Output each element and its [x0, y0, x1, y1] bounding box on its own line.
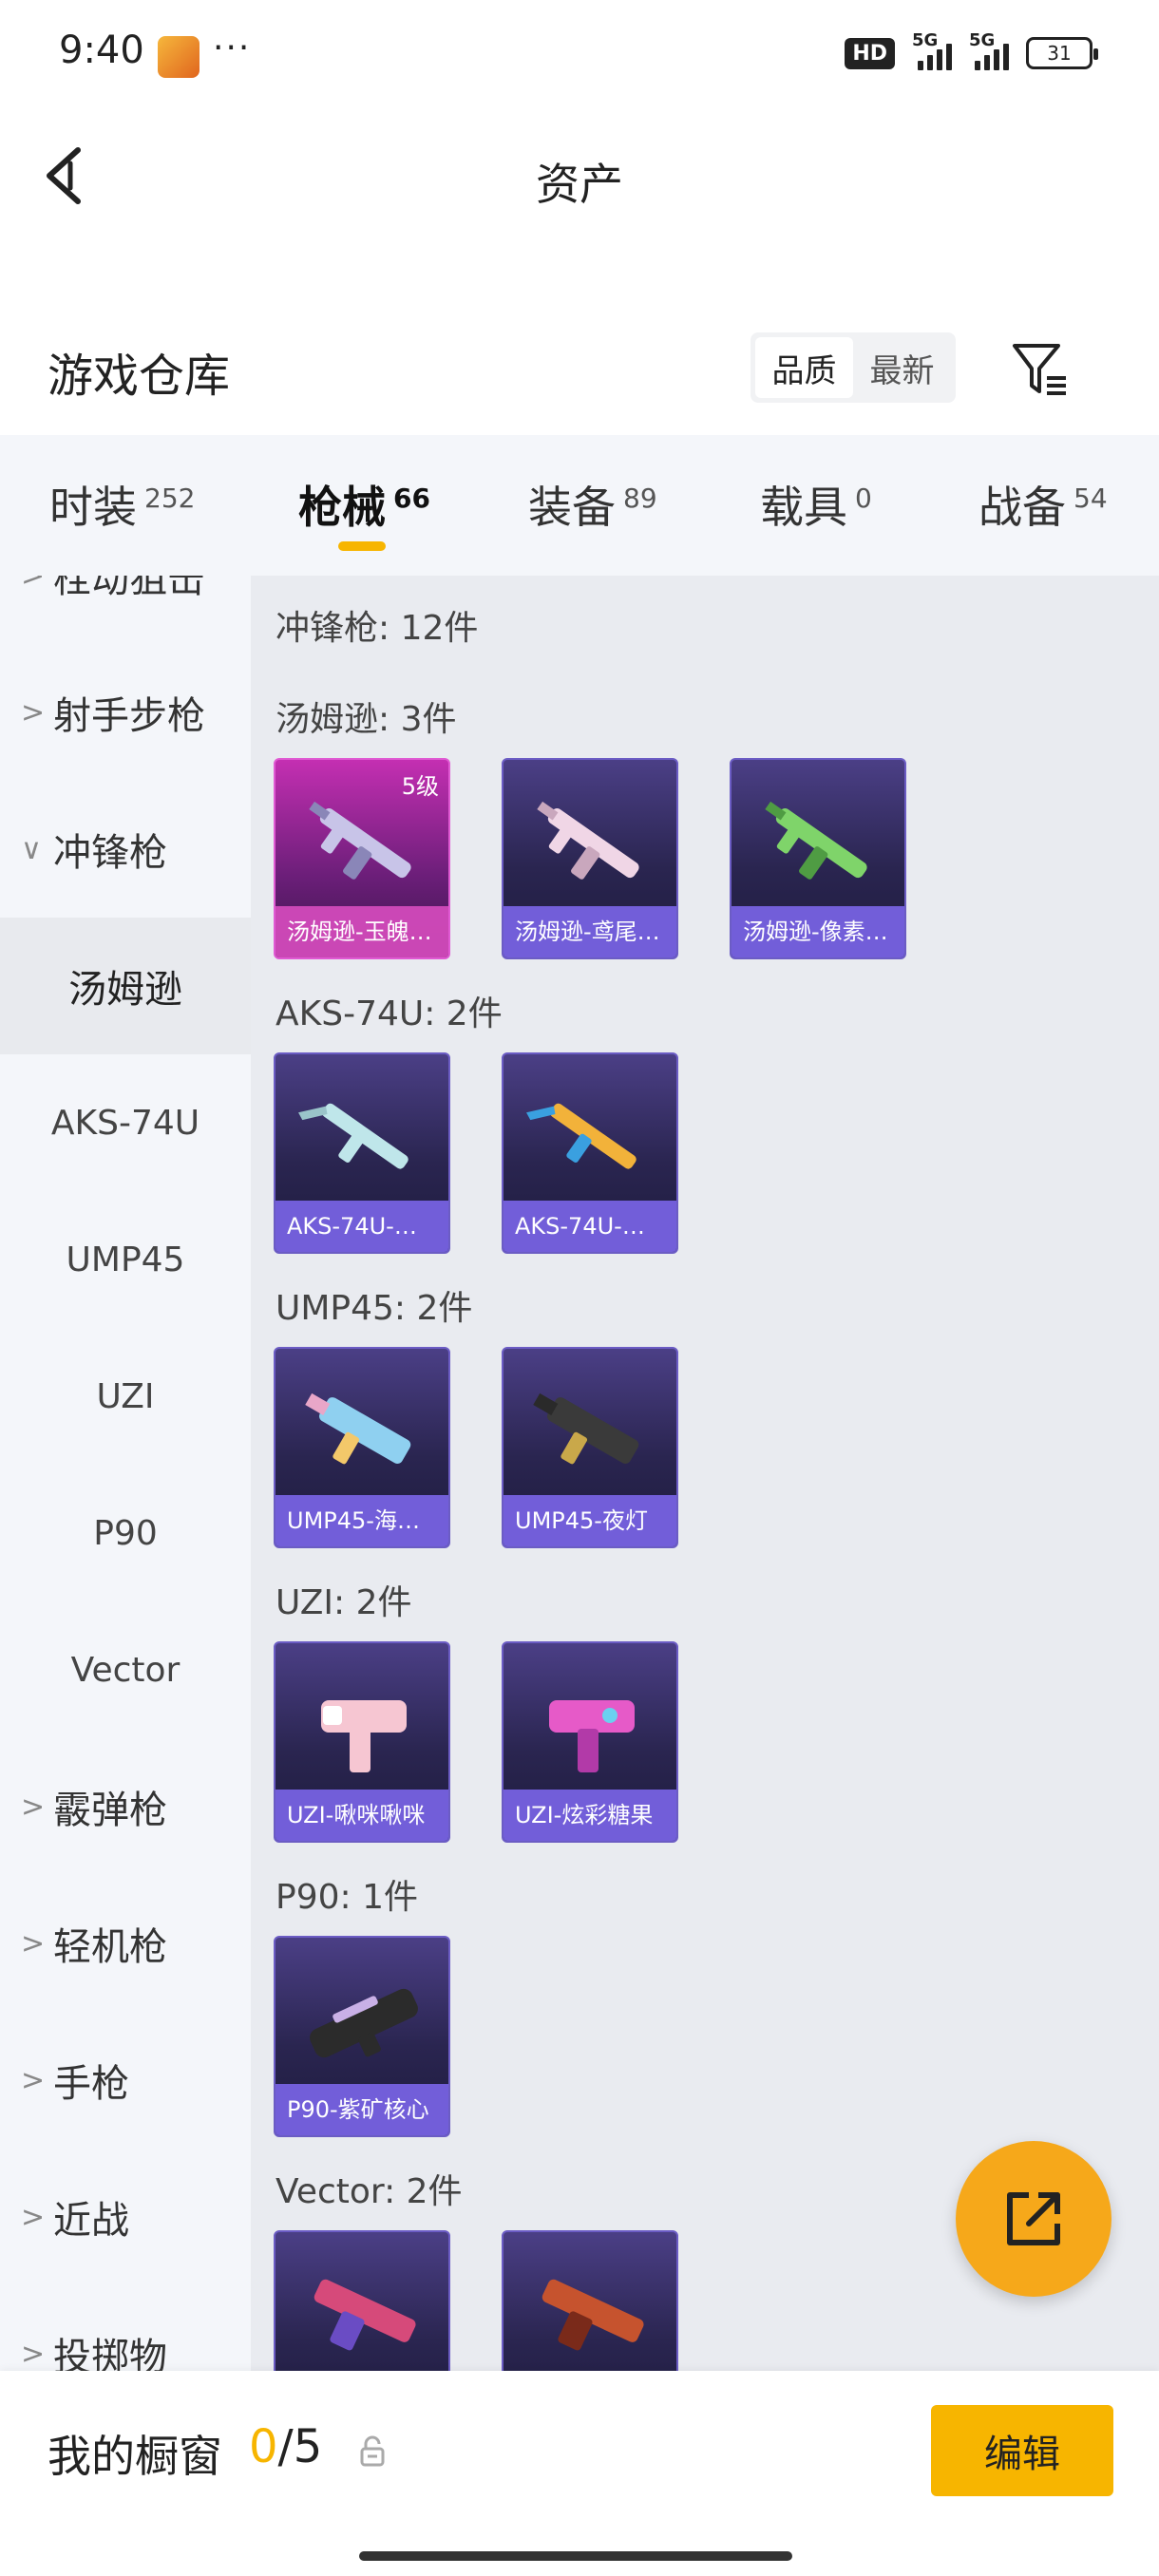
- warehouse-title: 游戏仓库: [48, 350, 231, 403]
- weapon-card[interactable]: UZI-炫彩糖果: [502, 1641, 678, 1843]
- weapon-card[interactable]: 5级 汤姆逊-玉魄…: [274, 758, 450, 959]
- signal-icon-2: 5G: [969, 30, 1009, 70]
- gun-image: [533, 1392, 639, 1465]
- status-indicators: HD 5G 5G 31: [845, 30, 1098, 70]
- share-external-icon: [1007, 2192, 1060, 2245]
- signal-icon: 5G: [912, 30, 952, 70]
- weapon-card[interactable]: AKS-74U-鸡…: [502, 1052, 678, 1254]
- gun-image: [321, 1700, 407, 1772]
- gun-image: [537, 801, 639, 880]
- showcase-label: 我的橱窗: [48, 2431, 222, 2482]
- showcase-bar: 我的橱窗 0/5 编辑: [0, 2371, 1159, 2576]
- weapon-name: UMP45-夜灯: [504, 1495, 676, 1546]
- more-notifications-icon: ···: [213, 28, 252, 67]
- weapon-card[interactable]: UMP45-海…: [274, 1347, 450, 1548]
- battery-icon: 31: [1026, 37, 1098, 69]
- category-tabs: 时装 252 枪械 66 装备 89 载具 0 战备 54: [0, 435, 1159, 576]
- sidebar-item-pistol[interactable]: > 手枪: [0, 2012, 251, 2149]
- group-title: AKS-74U: 2件: [276, 994, 503, 1033]
- chevron-down-icon: ∨: [21, 832, 42, 866]
- sort-toggle: 品质 最新: [750, 332, 956, 403]
- gun-image: [309, 801, 411, 880]
- lock-icon: [359, 2435, 386, 2468]
- weapon-card[interactable]: UZI-啾咪啾咪: [274, 1641, 450, 1843]
- weapon-card[interactable]: 汤姆逊-鸢尾…: [502, 758, 678, 959]
- gun-image: [310, 1988, 418, 2058]
- sidebar-item-ump45[interactable]: UMP45: [0, 1191, 251, 1328]
- edit-button[interactable]: 编辑: [931, 2405, 1113, 2496]
- group-title: Vector: 2件: [276, 2172, 463, 2211]
- sidebar-item-aks74u[interactable]: AKS-74U: [0, 1054, 251, 1191]
- status-time: 9:40: [59, 28, 144, 72]
- hd-voice-icon: HD: [845, 37, 895, 69]
- active-tab-indicator: [338, 541, 386, 551]
- sidebar-item-bolt-sniper[interactable]: > 栓动狙击: [0, 576, 251, 644]
- page-title: 资产: [536, 159, 623, 210]
- tab-vehicles[interactable]: 载具 0: [760, 473, 872, 536]
- tab-supplies[interactable]: 战备 54: [978, 473, 1108, 536]
- group-title: UMP45: 2件: [276, 1289, 473, 1328]
- gun-image: [542, 2279, 644, 2351]
- weapon-category-sidebar: > 栓动狙击 > 射手步枪 ∨ 冲锋枪 汤姆逊 AKS-74U UMP45 UZI P…: [0, 576, 251, 2371]
- chevron-right-icon: >: [21, 695, 46, 729]
- group-title: P90: 1件: [276, 1878, 418, 1917]
- weapon-grid: 冲锋枪: 12件 汤姆逊: 3件 5级 汤姆逊-玉魄… 汤姆逊-鸢尾… 汤姆逊-…: [251, 576, 1159, 2371]
- tab-fashion[interactable]: 时装 252: [49, 473, 195, 536]
- sidebar-item-smg[interactable]: ∨ 冲锋枪: [0, 781, 251, 918]
- filter-icon[interactable]: [1009, 338, 1070, 399]
- home-indicator[interactable]: [359, 2551, 792, 2561]
- chevron-right-icon: >: [21, 2063, 46, 2097]
- sidebar-item-uzi[interactable]: UZI: [0, 1328, 251, 1465]
- group-title: 汤姆逊: 3件: [276, 700, 457, 739]
- weapon-card[interactable]: [502, 2230, 678, 2371]
- weapon-name: UZI-啾咪啾咪: [276, 1790, 448, 1841]
- weapon-card[interactable]: [274, 2230, 450, 2371]
- sort-by-quality-button[interactable]: 品质: [755, 337, 853, 398]
- weapon-card[interactable]: AKS-74U-海…: [274, 1052, 450, 1254]
- chevron-right-icon: >: [21, 2337, 46, 2371]
- sidebar-item-melee[interactable]: > 近战: [0, 2149, 251, 2285]
- gun-image: [765, 801, 867, 880]
- weapon-card[interactable]: UMP45-夜灯: [502, 1347, 678, 1548]
- weapon-name: UMP45-海…: [276, 1495, 448, 1546]
- chevron-right-icon: >: [21, 1790, 46, 1824]
- weapon-name: P90-紫矿核心: [276, 2084, 448, 2135]
- weapon-card[interactable]: 汤姆逊-像素…: [730, 758, 906, 959]
- app-notification-icon: [158, 36, 200, 78]
- sidebar-item-shotgun[interactable]: > 霰弹枪: [0, 1738, 251, 1875]
- sidebar-item-p90[interactable]: P90: [0, 1465, 251, 1601]
- sort-by-newest-button[interactable]: 最新: [853, 337, 951, 398]
- sidebar-item-thompson[interactable]: 汤姆逊: [0, 918, 251, 1054]
- weapon-name: AKS-74U-鸡…: [504, 1201, 676, 1252]
- share-button[interactable]: [956, 2141, 1112, 2297]
- weapon-name: 汤姆逊-玉魄…: [276, 906, 448, 957]
- gun-image: [314, 2279, 416, 2351]
- group-title: UZI: 2件: [276, 1583, 412, 1622]
- weapon-name: 汤姆逊-像素…: [732, 906, 904, 957]
- tab-equipment[interactable]: 装备 89: [528, 473, 657, 536]
- weapon-name: AKS-74U-海…: [276, 1201, 448, 1252]
- weapon-name: 汤姆逊-鸢尾…: [504, 906, 676, 957]
- chevron-right-icon: >: [21, 2200, 46, 2234]
- chevron-right-icon: >: [21, 576, 46, 593]
- gun-image: [305, 1392, 411, 1465]
- weapon-card[interactable]: P90-紫矿核心: [274, 1936, 450, 2137]
- weapon-name: UZI-炫彩糖果: [504, 1790, 676, 1841]
- tab-firearms[interactable]: 枪械 66: [298, 473, 430, 536]
- sidebar-item-throwable[interactable]: > 投掷物: [0, 2285, 251, 2371]
- category-count-title: 冲锋枪: 12件: [276, 609, 479, 648]
- gun-image: [526, 1103, 636, 1169]
- gun-image: [298, 1103, 408, 1169]
- chevron-right-icon: >: [21, 1926, 46, 1960]
- status-bar: 9:40 ··· HD 5G 5G 31: [0, 0, 1159, 114]
- gun-image: [549, 1700, 635, 1772]
- sidebar-item-dmr[interactable]: > 射手步枪: [0, 644, 251, 781]
- sidebar-item-lmg[interactable]: > 轻机枪: [0, 1875, 251, 2012]
- sidebar-item-vector[interactable]: Vector: [0, 1601, 251, 1738]
- showcase-count: 0/5: [249, 2420, 323, 2473]
